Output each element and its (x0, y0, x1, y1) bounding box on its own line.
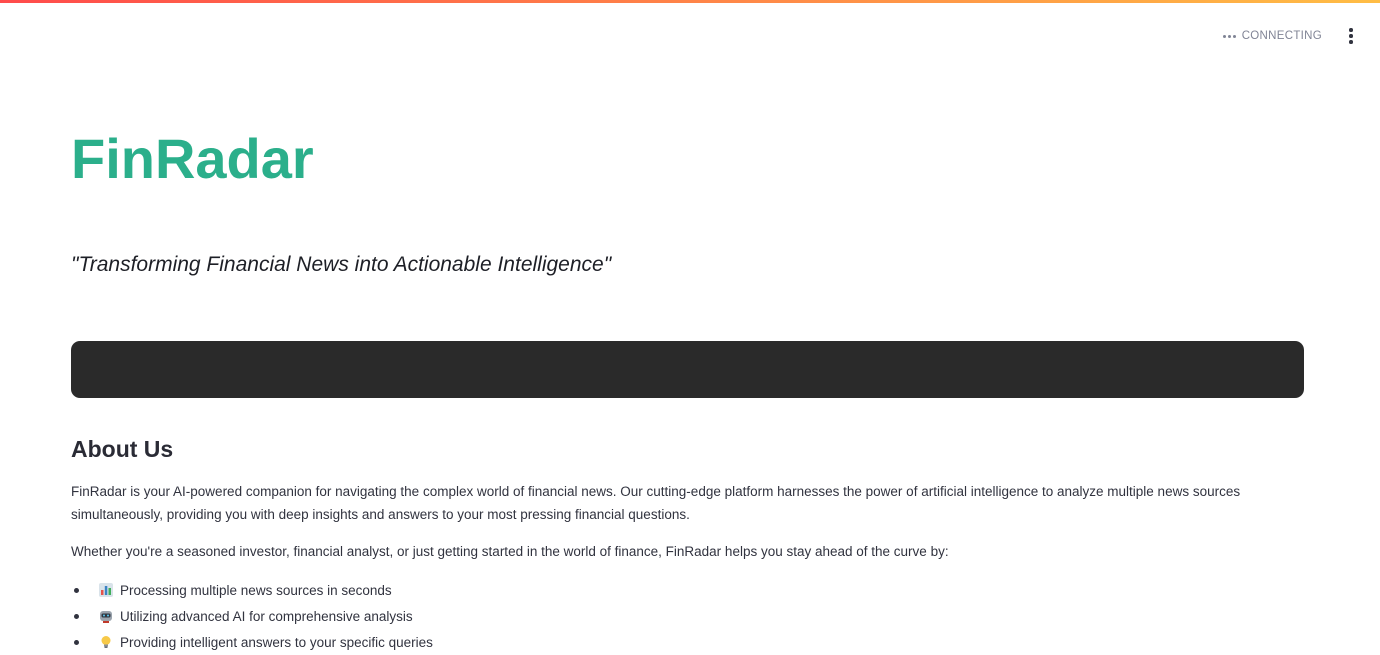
about-heading: About Us (71, 436, 174, 462)
feature-text: Utilizing advanced AI for comprehensive … (120, 608, 413, 624)
status-label: CONNECTING (1241, 30, 1322, 42)
bullet-icon (74, 587, 79, 593)
connection-status: CONNECTING (1222, 30, 1322, 42)
feature-text: Processing multiple news sources in seco… (120, 582, 392, 598)
list-item: Providing intelligent answers to your sp… (71, 629, 433, 655)
list-item: Processing multiple news sources in seco… (71, 577, 433, 603)
feature-list: Processing multiple news sources in seco… (71, 577, 433, 655)
list-item: Utilizing advanced AI for comprehensive … (71, 603, 433, 629)
main-menu-button[interactable] (1344, 26, 1358, 46)
dark-banner (71, 341, 1304, 398)
about-paragraph-2: Whether you're a seasoned investor, fina… (71, 544, 949, 559)
bar-chart-icon (99, 583, 113, 597)
robot-icon (100, 611, 112, 623)
tagline: "Transforming Financial News into Action… (71, 253, 612, 276)
bullet-icon (74, 639, 79, 645)
app-toolbar: CONNECTING (1222, 26, 1358, 46)
feature-text: Providing intelligent answers to your sp… (120, 634, 433, 650)
page-title: FinRadar (71, 127, 314, 190)
decoration-bar (0, 0, 1380, 3)
about-paragraph-1: FinRadar is your AI-powered companion fo… (71, 484, 1241, 522)
lightbulb-icon (101, 636, 111, 648)
status-dots-icon (1222, 34, 1236, 38)
bullet-icon (74, 613, 79, 619)
more-vertical-icon (1349, 28, 1353, 32)
